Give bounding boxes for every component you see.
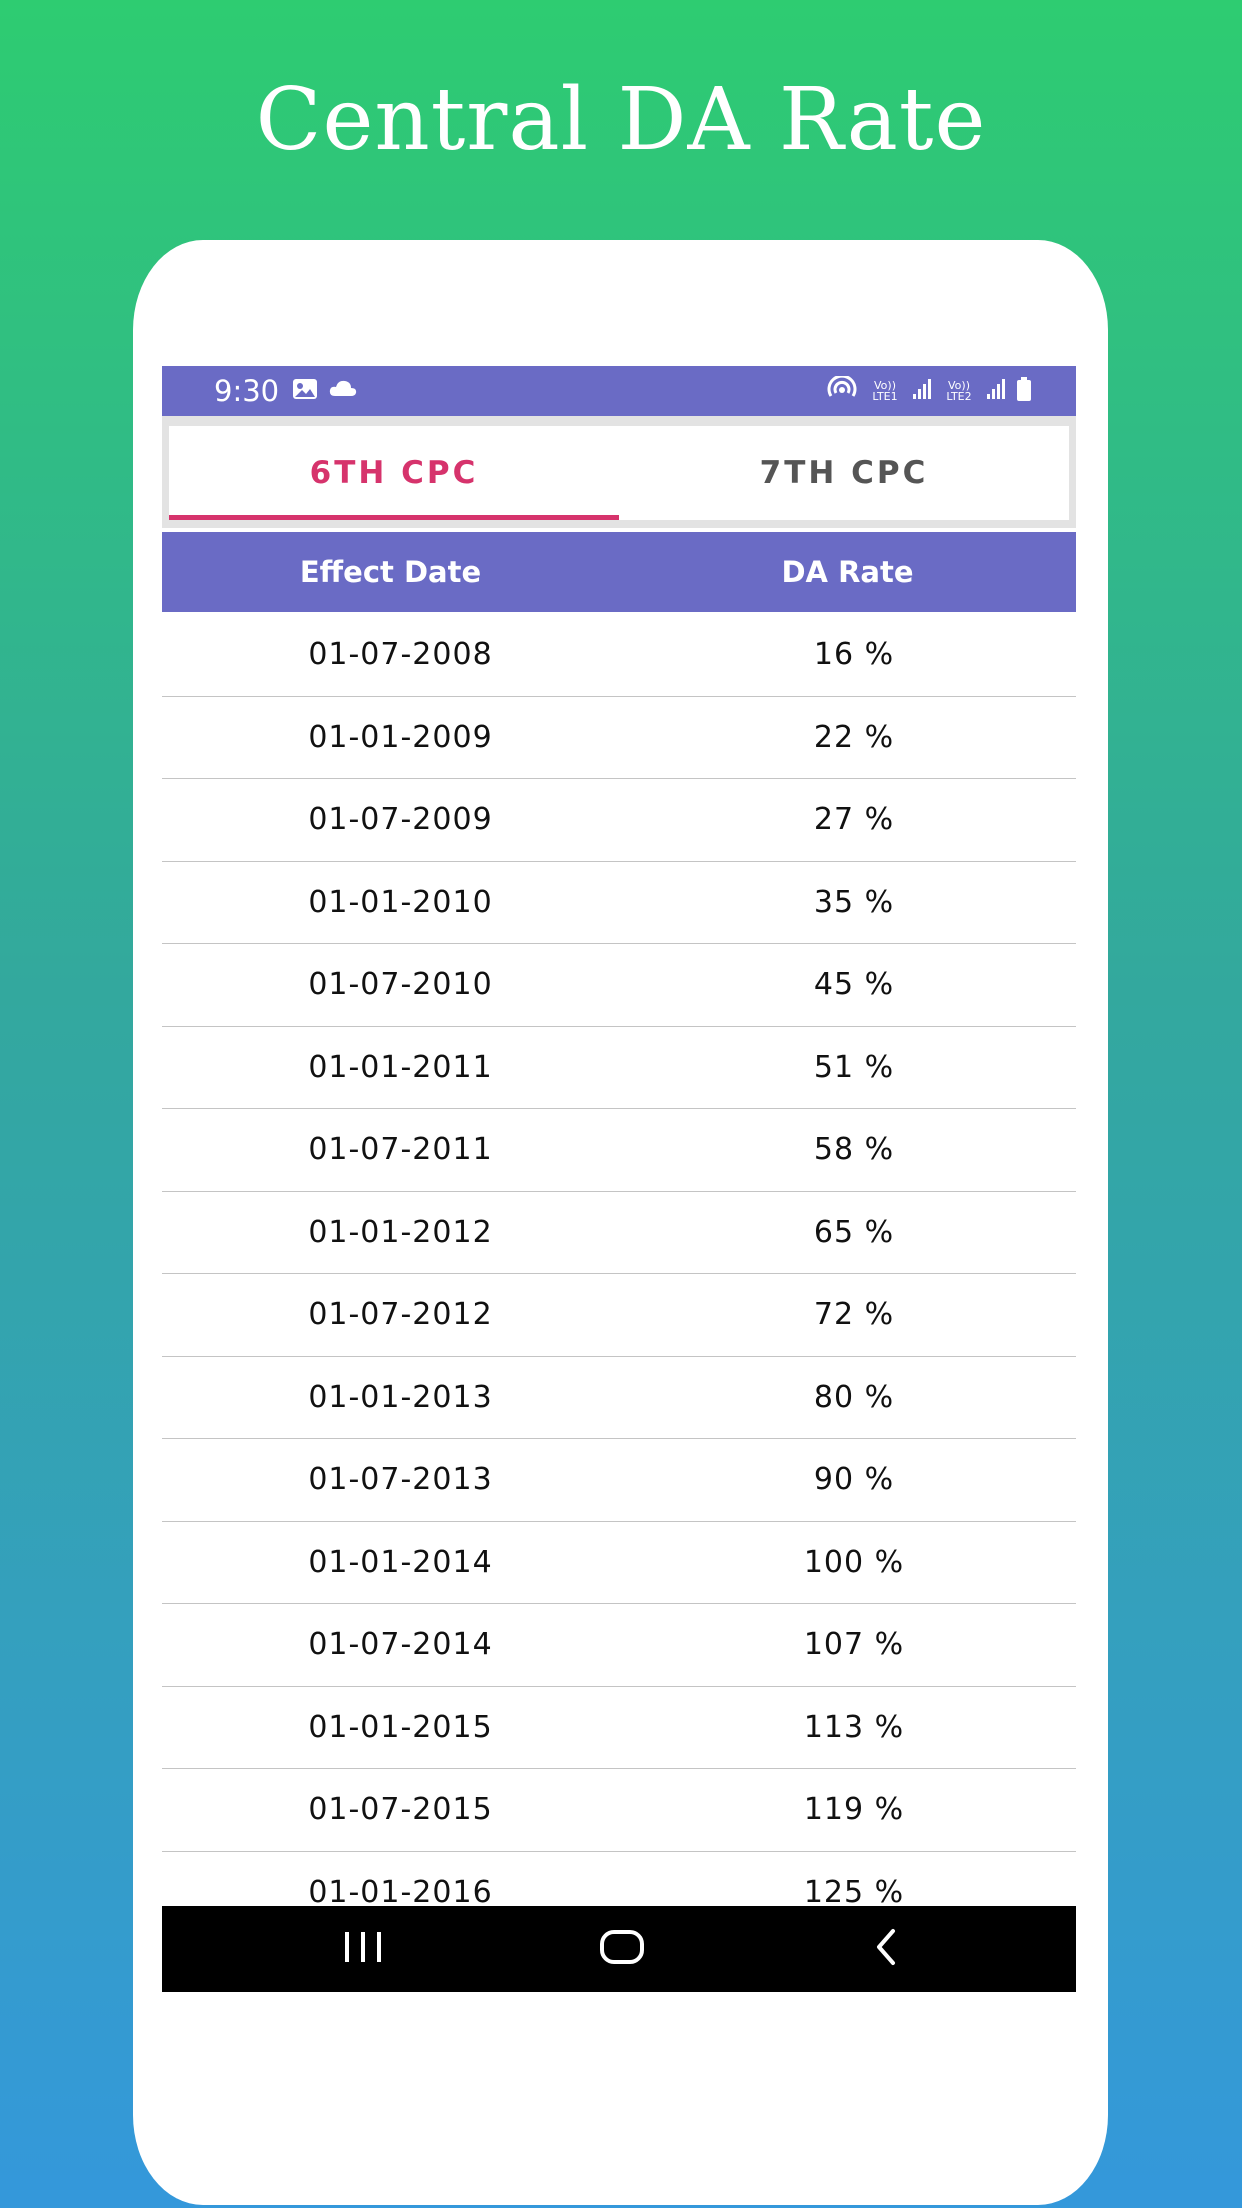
- table-row: 01-01-2012 65 %: [162, 1192, 1076, 1274]
- status-bar: 9:30 Vo)) LTE1 Vo)) LTE2: [162, 366, 1076, 416]
- da-rate-cell: 27 %: [813, 802, 895, 837]
- effect-date-cell: 01-07-2013: [308, 1462, 493, 1497]
- navigation-bar: [162, 1906, 1076, 1992]
- effect-date-cell: 01-01-2013: [308, 1379, 493, 1415]
- da-rate-cell: 72 %: [813, 1297, 895, 1332]
- back-icon: [871, 1927, 901, 1971]
- home-icon: [599, 1929, 645, 1969]
- effect-date-cell: 01-01-2012: [308, 1214, 493, 1250]
- tab-label: 6TH CPC: [309, 455, 479, 491]
- table-row: 01-01-2013 80 %: [162, 1357, 1076, 1439]
- effect-date-cell: 01-07-2011: [308, 1132, 493, 1167]
- effect-date-cell: 01-07-2015: [308, 1792, 493, 1827]
- effect-date-cell: 01-01-2011: [308, 1049, 493, 1085]
- effect-date-cell: 01-07-2010: [308, 967, 493, 1002]
- recent-apps-icon: [341, 1930, 385, 1968]
- tab-label: 7TH CPC: [759, 455, 929, 491]
- sim1-label: Vo)) LTE1: [872, 379, 898, 403]
- effect-date-cell: 01-07-2012: [308, 1297, 493, 1332]
- table-row: 01-01-2010 35 %: [162, 862, 1076, 944]
- table-row: 01-01-2009 22 %: [162, 697, 1076, 779]
- table-row: 01-07-2009 27 %: [162, 779, 1076, 862]
- effect-date-cell: 01-01-2015: [308, 1709, 493, 1745]
- table-row: 01-07-2011 58 %: [162, 1109, 1076, 1192]
- home-button[interactable]: [562, 1906, 682, 1992]
- effect-date-cell: 01-07-2009: [308, 802, 493, 837]
- tab-6th-cpc[interactable]: 6TH CPC: [169, 426, 619, 520]
- effect-date-cell: 01-01-2009: [308, 719, 493, 755]
- da-rate-cell: 119 %: [803, 1792, 905, 1827]
- table-header: Effect Date DA Rate: [162, 532, 1076, 612]
- effect-date-cell: 01-07-2008: [308, 637, 493, 672]
- column-header-effect-date: Effect Date: [299, 555, 482, 589]
- da-rate-cell: 16 %: [813, 637, 895, 672]
- back-button[interactable]: [826, 1906, 946, 1992]
- app-screen: 9:30 Vo)) LTE1 Vo)) LTE2 6TH CPC 7TH CPC…: [162, 366, 1076, 1992]
- cloud-icon: [328, 378, 358, 404]
- da-rate-cell: 90 %: [813, 1462, 895, 1497]
- table-row: 01-07-2014 107 %: [162, 1604, 1076, 1687]
- status-time: 9:30: [214, 374, 280, 408]
- table-row: 01-01-2011 51 %: [162, 1027, 1076, 1109]
- hotspot-icon: [826, 374, 858, 406]
- table-row: 01-07-2008 16 %: [162, 614, 1076, 697]
- tab-7th-cpc[interactable]: 7TH CPC: [619, 426, 1069, 520]
- table-row: 01-01-2014 100 %: [162, 1522, 1076, 1604]
- da-rate-cell: 80 %: [813, 1379, 895, 1415]
- table-row: 01-07-2010 45 %: [162, 944, 1076, 1027]
- da-rate-cell: 58 %: [813, 1132, 895, 1167]
- da-rate-cell: 35 %: [813, 884, 895, 920]
- signal-icon: [986, 378, 1006, 404]
- table-row: 01-07-2012 72 %: [162, 1274, 1076, 1357]
- da-rate-cell: 107 %: [803, 1627, 905, 1662]
- battery-icon: [1016, 376, 1032, 406]
- signal-icon: [912, 378, 932, 404]
- tab-selected-indicator: [169, 515, 619, 520]
- da-rate-cell: 51 %: [813, 1049, 895, 1085]
- gallery-icon: [292, 378, 318, 404]
- effect-date-cell: 01-01-2014: [308, 1544, 493, 1580]
- da-rate-cell: 65 %: [813, 1214, 895, 1250]
- promo-title: Central DA Rate: [255, 70, 987, 170]
- da-rate-cell: 22 %: [813, 719, 895, 755]
- tab-strip: 6TH CPC 7TH CPC: [162, 416, 1076, 528]
- da-rate-cell: 113 %: [803, 1709, 905, 1745]
- table-row: 01-07-2013 90 %: [162, 1439, 1076, 1522]
- da-rate-table: 01-07-2008 16 % 01-01-2009 22 % 01-07-2009…: [162, 614, 1076, 1933]
- recent-apps-button[interactable]: [303, 1906, 423, 1992]
- effect-date-cell: 01-07-2014: [308, 1627, 493, 1662]
- da-rate-cell: 100 %: [803, 1544, 905, 1580]
- table-row: 01-01-2015 113 %: [162, 1687, 1076, 1769]
- sim2-label: Vo)) LTE2: [946, 379, 972, 403]
- da-rate-cell: 45 %: [813, 967, 895, 1002]
- effect-date-cell: 01-01-2010: [308, 884, 493, 920]
- column-header-da-rate: DA Rate: [781, 555, 914, 589]
- tab-bar: 6TH CPC 7TH CPC: [169, 426, 1069, 520]
- table-row: 01-07-2015 119 %: [162, 1769, 1076, 1852]
